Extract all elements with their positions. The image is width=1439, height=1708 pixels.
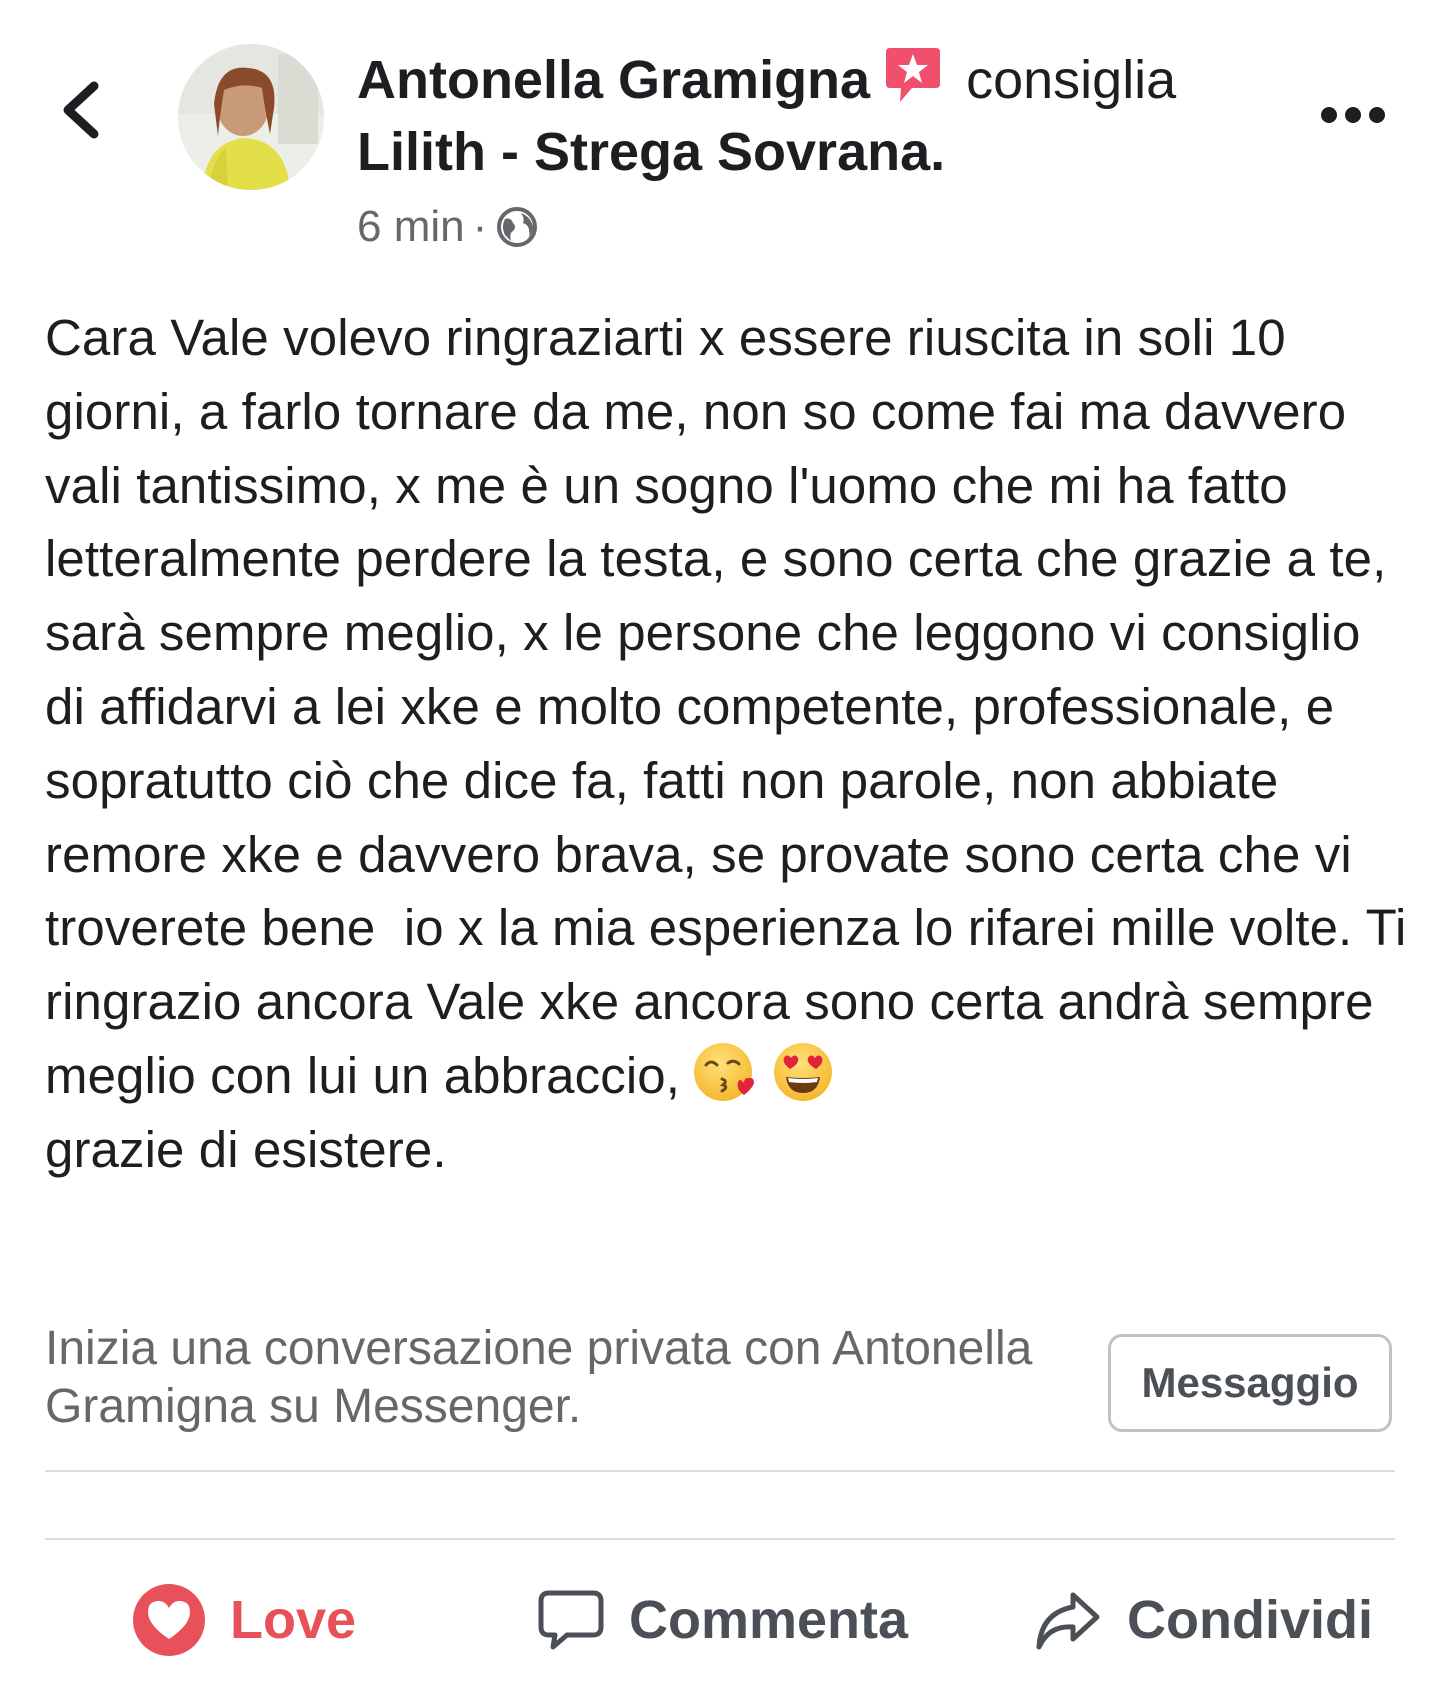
post-meta: 6 min ·	[357, 200, 539, 254]
share-arrow-icon	[1036, 1592, 1100, 1650]
more-dots-icon	[1321, 107, 1385, 123]
face-blowing-kiss-emoji	[694, 1042, 754, 1101]
love-reaction-icon	[133, 1584, 205, 1656]
love-button[interactable]: Love	[132, 1580, 356, 1660]
meta-separator: ·	[472, 202, 488, 251]
messenger-prompt: Inizia una conversazione privata con Ant…	[45, 1322, 1033, 1433]
recommended-page-name[interactable]: Lilith - Strega Sovrana.	[357, 116, 945, 188]
post-text-main: Cara Vale volevo ringraziarti x essere r…	[45, 309, 1421, 1104]
share-button[interactable]: Condividi	[1033, 1580, 1373, 1660]
post-text: Cara Vale volevo ringraziarti x essere r…	[45, 301, 1410, 1187]
comment-label: Commenta	[629, 1590, 909, 1650]
comment-bubble-icon	[538, 1590, 604, 1650]
share-label: Condividi	[1127, 1590, 1373, 1650]
timestamp[interactable]: 6 min	[357, 202, 465, 251]
recommend-verb: consiglia	[966, 50, 1177, 110]
avatar[interactable]	[178, 44, 324, 190]
heart-eyes-emoji	[774, 1042, 832, 1101]
divider	[45, 1470, 1395, 1472]
more-options-button[interactable]	[1318, 98, 1388, 132]
post-action-bar: Love Commenta Condividi	[0, 1560, 1439, 1680]
chevron-left-icon	[63, 81, 99, 139]
author-name[interactable]: Antonella Gramigna	[357, 50, 870, 110]
divider	[45, 1538, 1395, 1540]
post-text-end: grazie di esistere.	[45, 1120, 447, 1178]
love-label: Love	[230, 1590, 357, 1650]
message-button[interactable]: Messaggio	[1108, 1334, 1392, 1432]
back-button[interactable]	[58, 78, 118, 158]
post-title-line: Antonella Gramigna consiglia	[357, 44, 1257, 116]
recommendation-badge-icon	[886, 48, 941, 102]
comment-button[interactable]: Commenta	[537, 1580, 908, 1660]
globe-icon	[497, 207, 538, 247]
post-header: Antonella Gramigna consiglia Lilith - St…	[0, 0, 1439, 270]
